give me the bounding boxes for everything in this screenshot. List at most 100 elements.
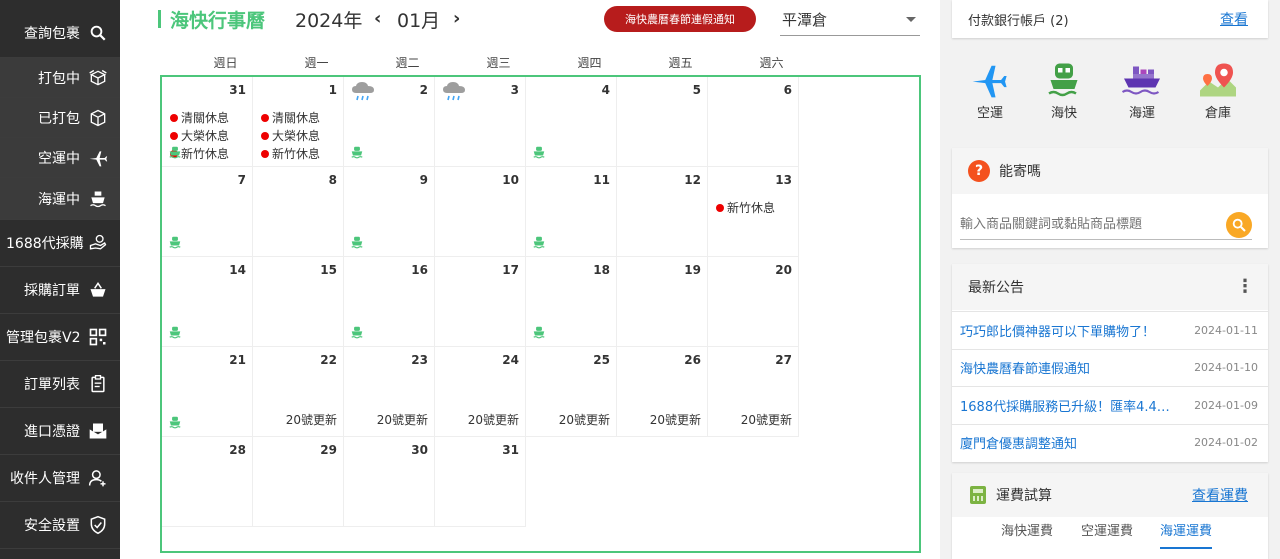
bank-view-link[interactable]: 查看: [1220, 9, 1248, 29]
calendar-day-cell[interactable]: 13 新竹休息: [708, 167, 799, 257]
sidebar-item-air[interactable]: 空運中: [0, 138, 120, 178]
announcement-link[interactable]: 巧巧郎比價神器可以下單購物了！: [960, 321, 1155, 340]
sidebar-item-packed[interactable]: 已打包: [0, 98, 120, 138]
announcement-link[interactable]: 廈門倉優惠調整通知: [960, 433, 1077, 452]
sidebar-item-purchase-order[interactable]: 採購訂單: [0, 267, 120, 314]
sidebar-item-label: 空運中: [38, 150, 80, 167]
calendar-day-cell[interactable]: 17: [435, 257, 526, 347]
calendar-day-cell[interactable]: 5: [617, 77, 708, 167]
calendar-day-cell[interactable]: 14: [162, 257, 253, 347]
sidebar-item-label: 管理包裹V2: [6, 330, 81, 346]
search-icon[interactable]: [1226, 211, 1252, 238]
calendar-day-cell[interactable]: 24 20號更新: [435, 347, 526, 437]
calendar-day-cell[interactable]: 27 20號更新: [708, 347, 799, 437]
calendar-day-cell[interactable]: 25 20號更新: [526, 347, 617, 437]
calendar-day-cell[interactable]: 28: [162, 437, 253, 527]
transport-label: 海快: [1050, 106, 1077, 121]
day-number: 30: [411, 443, 428, 457]
transport-air[interactable]: 空運: [960, 58, 1020, 121]
tab-air-fee[interactable]: 空運運費: [1081, 520, 1133, 539]
calendar-day-cell[interactable]: 4: [526, 77, 617, 167]
weekday-label: 週二: [395, 56, 420, 70]
announcement-row[interactable]: 廈門倉優惠調整通知 2024-01-02: [952, 423, 1268, 461]
sidebar-item-search-parcel[interactable]: 查詢包裹: [0, 8, 120, 58]
calendar-day-cell[interactable]: 10: [435, 167, 526, 257]
ship-icon: [168, 414, 182, 429]
tab-express-fee[interactable]: 海快運費: [1001, 520, 1053, 539]
sidebar-item-1688[interactable]: 1688代採購: [0, 220, 120, 267]
tab-sea-fee[interactable]: 海運運費: [1160, 520, 1213, 549]
calendar-day-cell[interactable]: 26 20號更新: [617, 347, 708, 437]
fee-card: 運費試算 查看運費: [952, 473, 1268, 559]
sidebar-item-import-voucher[interactable]: 進口憑證: [0, 408, 120, 455]
fee-view-link[interactable]: 查看運費: [1192, 485, 1248, 505]
update-note: 20號更新: [467, 413, 519, 427]
transport-label: 海運: [1128, 106, 1155, 121]
day-number: 9: [419, 173, 428, 187]
chevron-down-icon: [906, 17, 916, 22]
prev-month-button[interactable]: ‹: [374, 8, 381, 29]
day-number: 11: [593, 173, 610, 187]
sidebar-item-packing[interactable]: 打包中: [0, 58, 120, 98]
transport-warehouse[interactable]: 倉庫: [1188, 58, 1248, 121]
announcement-link[interactable]: 海快農曆春節連假通知: [960, 358, 1090, 377]
announcement-row[interactable]: 巧巧郎比價神器可以下單購物了！ 2024-01-11: [952, 311, 1268, 348]
calendar-day-cell[interactable]: 7: [162, 167, 253, 257]
announcement-link[interactable]: 1688代採購服務已升級！匯率4.4…: [960, 396, 1170, 415]
mail-document-icon: [88, 421, 108, 441]
calendar-day-cell[interactable]: 16: [344, 257, 435, 347]
sidebar-item-recipients[interactable]: 收件人管理: [0, 455, 120, 502]
qr-grid-icon: [88, 327, 108, 347]
calendar-day-cell[interactable]: 18: [526, 257, 617, 347]
day-number: 2: [419, 83, 428, 97]
calendar-day-cell[interactable]: 31: [435, 437, 526, 527]
event-dot-icon: [716, 203, 724, 212]
calendar-day-cell[interactable]: 8: [253, 167, 344, 257]
calendar-day-cell[interactable]: 31 清關休息 大榮休息 新竹休息: [162, 77, 253, 167]
holiday-notice-button[interactable]: 海快農曆春節連假通知: [604, 6, 756, 32]
day-number: 23: [411, 353, 428, 367]
announcement-row[interactable]: 海快農曆春節連假通知 2024-01-10: [952, 348, 1268, 386]
product-search-input[interactable]: [960, 217, 1210, 232]
day-number: 8: [328, 173, 337, 187]
day-number: 14: [229, 263, 246, 277]
calendar-day-cell[interactable]: 30: [344, 437, 435, 527]
calendar-day-cell[interactable]: 1 清關休息 大榮休息 新竹休息: [253, 77, 344, 167]
calendar-day-cell[interactable]: 15: [253, 257, 344, 347]
calendar-day-cell[interactable]: 9: [344, 167, 435, 257]
calendar-day-cell[interactable]: 21: [162, 347, 253, 437]
rain-cloud-icon: [441, 81, 467, 103]
calendar-day-cell[interactable]: 3: [435, 77, 526, 167]
sidebar-item-sea[interactable]: 海運中: [0, 178, 120, 220]
calendar-day-cell[interactable]: 2: [344, 77, 435, 167]
day-number: 29: [320, 443, 337, 457]
announcement-row[interactable]: 1688代採購服務已升級！匯率4.4… 2024-01-09: [952, 386, 1268, 423]
next-month-button[interactable]: ›: [453, 8, 460, 29]
sidebar-item-label: 打包中: [38, 70, 80, 87]
day-number: 19: [684, 263, 701, 277]
announcement-date: 2024-01-02: [1194, 436, 1258, 449]
ship-icon: [168, 324, 182, 339]
calendar-day-cell[interactable]: 20: [708, 257, 799, 347]
sidebar-item-label: 海運中: [38, 191, 80, 208]
sidebar-item-order-list[interactable]: 訂單列表: [0, 361, 120, 408]
transport-express-sea[interactable]: 海快: [1034, 58, 1094, 121]
day-number: 28: [229, 443, 246, 457]
calendar-day-cell[interactable]: 23 20號更新: [344, 347, 435, 437]
sidebar-item-security[interactable]: 安全設置: [0, 502, 120, 549]
calendar-event: 新竹休息: [261, 145, 320, 162]
calendar-day-cell[interactable]: 12: [617, 167, 708, 257]
more-vert-icon[interactable]: ⋮: [1236, 278, 1254, 296]
day-number: 31: [502, 443, 519, 457]
transport-sea[interactable]: 海運: [1112, 58, 1172, 121]
calendar-day-cell[interactable]: 22 20號更新: [253, 347, 344, 437]
calendar-day-cell[interactable]: 29: [253, 437, 344, 527]
calendar-day-cell[interactable]: 6: [708, 77, 799, 167]
calendar-day-cell[interactable]: 19: [617, 257, 708, 347]
sidebar-item-manage-parcel[interactable]: 管理包裹V2: [0, 314, 120, 361]
clipboard-icon: [88, 374, 108, 394]
warehouse-select[interactable]: 平潭倉: [780, 4, 920, 36]
sidebar: 查詢包裹 打包中 已打包 空運中 海運中 1688代採購 採購訂單 管理包裹V2…: [0, 0, 120, 559]
calendar-day-cell[interactable]: 11: [526, 167, 617, 257]
ship-icon: [532, 144, 546, 159]
